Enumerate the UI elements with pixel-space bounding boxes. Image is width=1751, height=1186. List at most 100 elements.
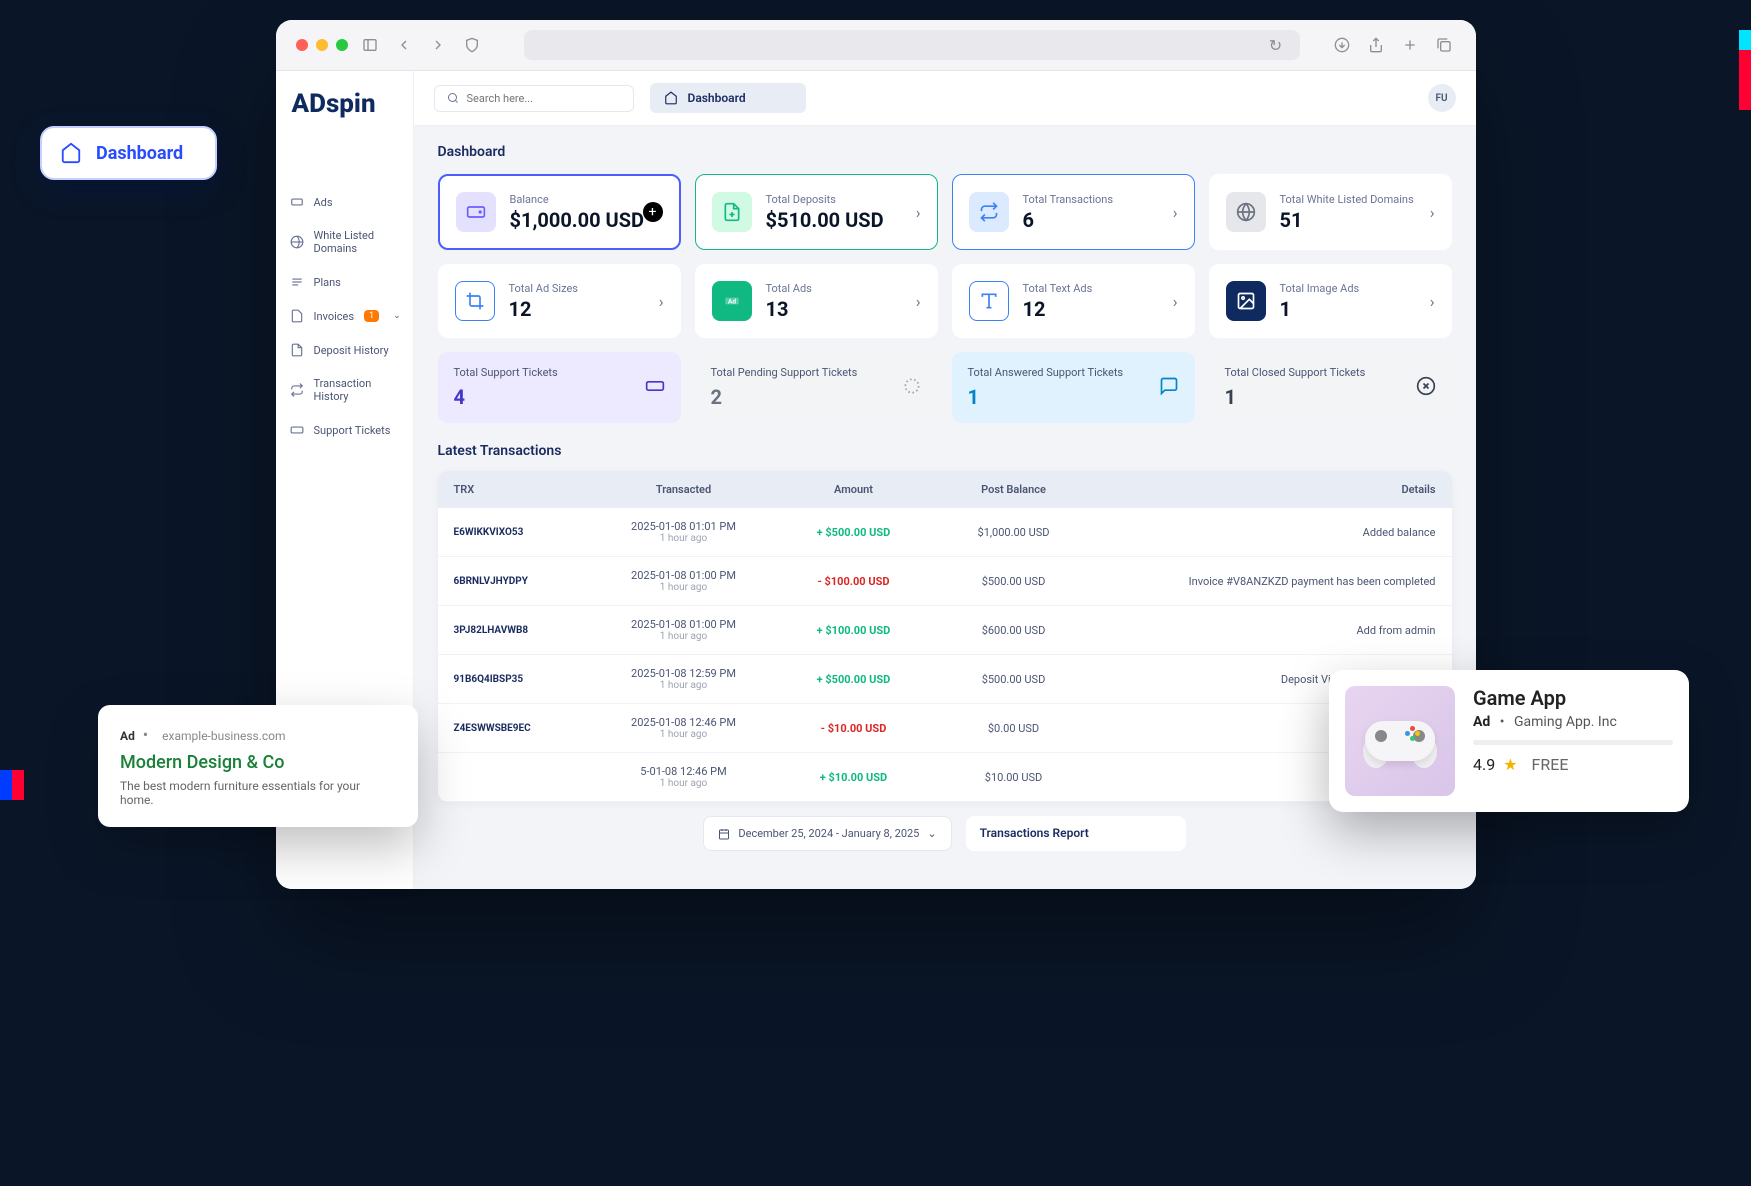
downloads-icon[interactable]: [1330, 33, 1354, 57]
card-ad-sizes[interactable]: Total Ad Sizes12 ›: [438, 264, 681, 338]
invoice-badge: 1: [364, 310, 379, 322]
search-box[interactable]: [434, 85, 634, 112]
nav: Ads White Listed Domains Plans Invoices1…: [276, 135, 413, 467]
add-balance-button[interactable]: +: [643, 202, 663, 222]
forward-button[interactable]: [426, 33, 450, 57]
td-trx: 3PJ82LHAVWB8: [454, 625, 594, 636]
main-content: Dashboard FU Dashboard Balance$1,000.00 …: [414, 71, 1476, 889]
td-trx: 91B6Q4IBSP35: [454, 674, 594, 685]
app-thumbnail[interactable]: [1345, 686, 1455, 796]
reload-icon[interactable]: ↻: [1264, 33, 1288, 57]
ticket-label: Total Support Tickets: [454, 366, 665, 379]
date-range-picker[interactable]: December 25, 2024 - January 8, 2025 ⌄: [703, 816, 951, 851]
new-tab-icon[interactable]: [1398, 33, 1422, 57]
nav-item-transaction-history[interactable]: Transaction History: [276, 367, 413, 413]
close-circle-icon: [1416, 376, 1436, 400]
nav-label: Transaction History: [314, 377, 399, 403]
nav-item-support-tickets[interactable]: Support Tickets: [276, 413, 413, 447]
table-row[interactable]: 6BRNLVJHYDPY 2025-01-08 01:00 PM1 hour a…: [438, 557, 1452, 606]
app-container: ADspin Ads White Listed Domains Plans In…: [276, 71, 1476, 889]
ticket-card-total[interactable]: Total Support Tickets4: [438, 352, 681, 423]
browser-window: ↻ ADspin Ads White Listed Domains Plans …: [276, 20, 1476, 889]
date-range-label: December 25, 2024 - January 8, 2025: [738, 827, 919, 840]
tabs-icon[interactable]: [1432, 33, 1456, 57]
card-transactions[interactable]: Total Transactions6 ›: [952, 174, 1195, 250]
card-deposits[interactable]: Total Deposits$510.00 USD ›: [695, 174, 938, 250]
logo[interactable]: ADspin: [276, 81, 413, 135]
card-label: Total Image Ads: [1280, 282, 1435, 295]
table-row[interactable]: Z4ESWWSBE9EC 2025-01-08 12:46 PM1 hour a…: [438, 704, 1452, 753]
th-balance: Post Balance: [934, 483, 1094, 496]
spinner-icon: [902, 376, 922, 400]
td-balance: $0.00 USD: [934, 722, 1094, 735]
ticket-card-pending[interactable]: Total Pending Support Tickets2: [695, 352, 938, 423]
dashboard-pill-overlay[interactable]: Dashboard: [40, 126, 217, 180]
chevron-right-icon: ›: [1173, 203, 1178, 222]
chevron-down-icon: ⌄: [927, 827, 936, 840]
wallet-icon: [456, 192, 496, 232]
table-row[interactable]: 91B6Q4IBSP35 2025-01-08 12:59 PM1 hour a…: [438, 655, 1452, 704]
shield-icon[interactable]: [460, 33, 484, 57]
chevron-right-icon: ›: [916, 203, 921, 222]
table-row[interactable]: E6WIKKVIXO53 2025-01-08 01:01 PM1 hour a…: [438, 508, 1452, 557]
card-label: Balance: [510, 193, 663, 206]
breadcrumb[interactable]: Dashboard: [650, 83, 806, 113]
deposit-icon: [712, 192, 752, 232]
maximize-window-button[interactable]: [336, 39, 348, 51]
card-label: Total Text Ads: [1023, 282, 1178, 295]
card-balance[interactable]: Balance$1,000.00 USD +: [438, 174, 681, 250]
card-total-ads[interactable]: Ad Total Ads13 ›: [695, 264, 938, 338]
avatar[interactable]: FU: [1428, 84, 1456, 112]
ad-company: Gaming App. Inc: [1514, 714, 1617, 730]
logo-suffix: spin: [326, 89, 376, 119]
back-button[interactable]: [392, 33, 416, 57]
th-transacted: Transacted: [594, 483, 774, 496]
transactions-report-card[interactable]: Transactions Report: [966, 816, 1186, 851]
card-label: Total Deposits: [766, 193, 921, 206]
td-details: Add from admin: [1094, 624, 1436, 637]
card-value: 1: [1280, 297, 1435, 321]
close-window-button[interactable]: [296, 39, 308, 51]
price-label: FREE: [1532, 755, 1569, 774]
search-input[interactable]: [467, 92, 621, 105]
sidebar-toggle-icon[interactable]: [358, 33, 382, 57]
nav-item-invoices[interactable]: Invoices1⌄: [276, 299, 413, 333]
card-text-ads[interactable]: Total Text Ads12 ›: [952, 264, 1195, 338]
share-icon[interactable]: [1364, 33, 1388, 57]
ticket-card-closed[interactable]: Total Closed Support Tickets1: [1209, 352, 1452, 423]
transfer-icon: [290, 383, 304, 397]
ad-tag: Ad: [1473, 714, 1490, 730]
nav-item-ads[interactable]: Ads: [276, 185, 413, 219]
nav-label: Plans: [314, 276, 341, 289]
nav-item-deposit-history[interactable]: Deposit History: [276, 333, 413, 367]
traffic-lights: [296, 39, 348, 51]
browser-toolbar: ↻: [276, 20, 1476, 71]
ticket-icon: [645, 376, 665, 400]
card-domains[interactable]: Total White Listed Domains51 ›: [1209, 174, 1452, 250]
th-trx: TRX: [454, 483, 594, 496]
ad-icon: Ad: [712, 281, 752, 321]
card-image-ads[interactable]: Total Image Ads1 ›: [1209, 264, 1452, 338]
tickets-row: Total Support Tickets4 Total Pending Sup…: [438, 352, 1452, 423]
deposit-icon: [290, 343, 304, 357]
table-row[interactable]: 5-01-08 12:46 PM1 hour ago + $10.00 USD …: [438, 753, 1452, 802]
td-date: 2025-01-08 12:46 PM1 hour ago: [594, 716, 774, 740]
ticket-card-answered[interactable]: Total Answered Support Tickets1: [952, 352, 1195, 423]
svg-text:Ad: Ad: [727, 298, 735, 306]
chevron-right-icon: ›: [659, 292, 664, 311]
nav-label: White Listed Domains: [314, 229, 399, 255]
chevron-right-icon: ›: [1173, 292, 1178, 311]
ad-title[interactable]: Modern Design & Co: [120, 752, 396, 773]
nav-item-domains[interactable]: White Listed Domains: [276, 219, 413, 265]
app-title[interactable]: Game App: [1473, 686, 1673, 710]
url-bar[interactable]: ↻: [524, 30, 1300, 60]
stats-row-1: Balance$1,000.00 USD + Total Deposits$51…: [438, 174, 1452, 250]
table-row[interactable]: 3PJ82LHAVWB8 2025-01-08 01:00 PM1 hour a…: [438, 606, 1452, 655]
minimize-window-button[interactable]: [316, 39, 328, 51]
ad-preview-text: Ad • example-business.com Modern Design …: [98, 705, 418, 827]
globe-icon: [290, 235, 304, 249]
ticket-icon: [290, 423, 304, 437]
ad-preview-app: Game App Ad • Gaming App. Inc 4.9 ★ FREE: [1329, 670, 1689, 812]
nav-item-plans[interactable]: Plans: [276, 265, 413, 299]
home-icon: [664, 91, 678, 105]
